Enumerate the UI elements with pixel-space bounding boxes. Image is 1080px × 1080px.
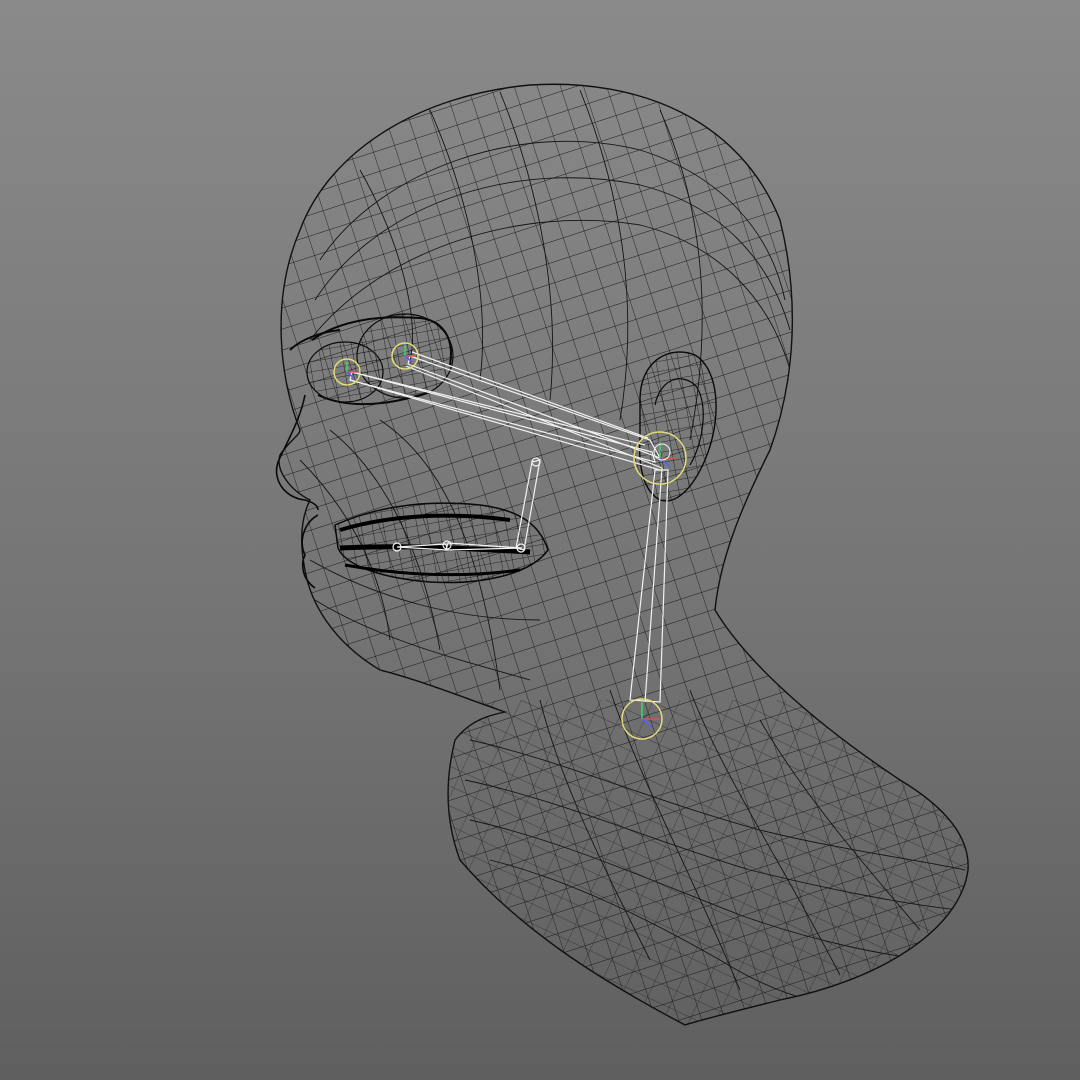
3d-viewport[interactable] xyxy=(0,0,1080,1080)
scene-canvas[interactable] xyxy=(0,0,1080,1080)
head-wireframe-mesh[interactable] xyxy=(275,83,980,1040)
